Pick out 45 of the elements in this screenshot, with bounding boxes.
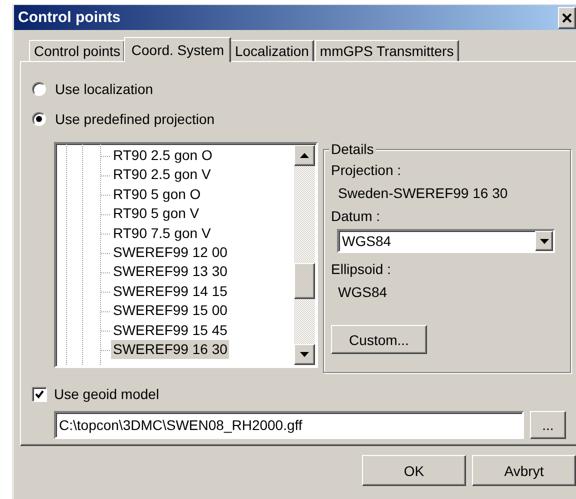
checkbox[interactable] [32, 386, 47, 402]
tree-item[interactable]: RT90 7.5 gon V [111, 224, 213, 243]
datum-label: Datum : [331, 207, 382, 226]
dialog-button[interactable]: OK [362, 455, 466, 486]
browse-button[interactable]: ... [530, 411, 566, 439]
scrollbar[interactable] [294, 145, 315, 365]
ellipsoid-value: WGS84 [337, 283, 388, 302]
tree-item[interactable]: RT90 5 gon O [111, 184, 203, 204]
tree-item[interactable]: RT90 2.5 gon O [111, 146, 214, 166]
scroll-thumb[interactable] [294, 263, 315, 299]
tab[interactable]: Control points [29, 40, 126, 61]
datum-dropdown[interactable]: WGS84 [337, 229, 555, 253]
projection-value: Sweden-SWEREF99 16 30 [337, 184, 509, 203]
down-arrow-icon [300, 352, 309, 357]
scroll-up-button[interactable] [294, 145, 315, 166]
check-icon [35, 390, 44, 398]
checkbox-label[interactable]: Use geoid model [54, 386, 160, 402]
radio-label[interactable]: Use predefined projection [55, 111, 215, 127]
radio-button[interactable] [32, 82, 46, 96]
window-title: Control points [18, 9, 120, 26]
custom-button[interactable]: Custom... [331, 325, 427, 354]
tab[interactable]: mmGPS Transmitters [314, 40, 459, 61]
tab[interactable]: Localization [230, 40, 314, 61]
tree-item[interactable]: SWEREF99 15 45 [111, 320, 230, 340]
dialog-button[interactable]: Avbryt [472, 455, 576, 486]
group-title: Details [329, 141, 376, 157]
close-button[interactable] [558, 6, 576, 28]
tab[interactable]: Coord. System [124, 37, 231, 62]
tree-item[interactable]: SWEREF99 14 15 [111, 282, 230, 302]
tree-item[interactable]: RT90 5 gon V [111, 204, 202, 224]
projection-label: Projection : [331, 161, 402, 180]
dropdown-button[interactable] [535, 231, 553, 251]
ellipsoid-label: Ellipsoid : [331, 260, 392, 279]
tree-item[interactable]: SWEREF99 12 00 [111, 242, 230, 262]
up-arrow-icon [300, 153, 309, 158]
geoid-path-field[interactable]: C:\topcon\3DMC\SWEN08_RH2000.gff [54, 411, 524, 439]
radio-label[interactable]: Use localization [55, 81, 154, 97]
tree-item[interactable]: SWEREF99 15 00 [111, 301, 230, 321]
close-icon [562, 12, 572, 22]
scroll-down-button[interactable] [294, 344, 315, 365]
radio-button[interactable] [32, 112, 46, 126]
tree-item[interactable]: SWEREF99 13 30 [111, 262, 230, 282]
tree-item[interactable]: RT90 2.5 gon V [111, 165, 213, 185]
tree-item[interactable]: SWEREF99 16 30 [111, 340, 230, 360]
down-arrow-icon [540, 238, 548, 244]
